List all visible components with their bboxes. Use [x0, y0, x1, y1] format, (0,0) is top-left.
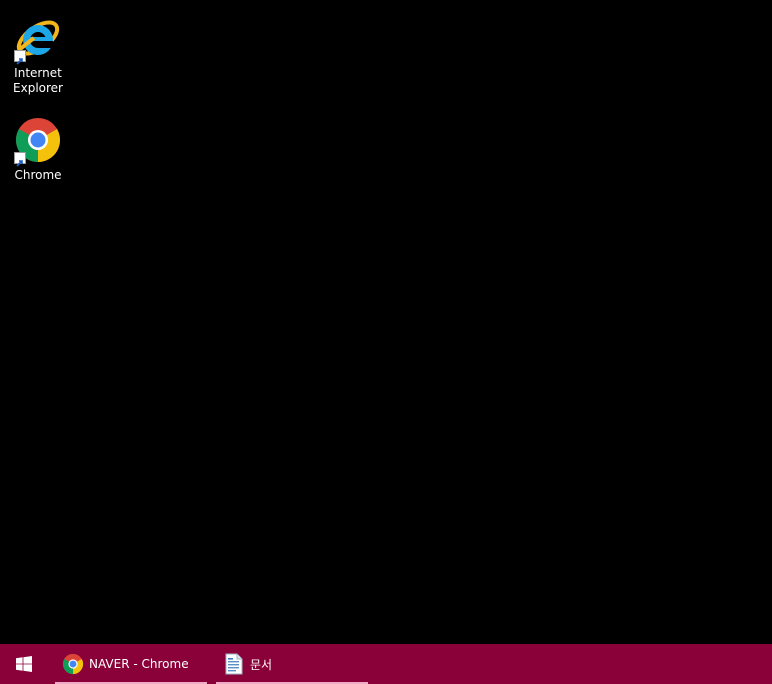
windows-start-icon — [16, 656, 32, 672]
shortcut-arrow-icon — [14, 152, 26, 167]
taskbar-item-document[interactable]: 문서 — [216, 644, 368, 684]
desktop: Internet Explorer Chrome — [0, 0, 772, 644]
desktop-icon-chrome[interactable]: Chrome — [1, 116, 75, 183]
chrome-icon — [14, 116, 62, 167]
start-button[interactable] — [0, 644, 48, 684]
chrome-icon — [61, 652, 85, 676]
taskbar: NAVER - Chrome 문서 — [0, 644, 772, 684]
document-icon — [222, 652, 246, 676]
taskbar-item-label: 문서 — [250, 657, 273, 672]
desktop-icon-label: Chrome — [14, 168, 62, 182]
desktop-icon-label: Internet Explorer — [13, 66, 63, 95]
shortcut-arrow-icon — [14, 50, 26, 65]
desktop-icon-internet-explorer[interactable]: Internet Explorer — [1, 14, 75, 96]
internet-explorer-icon — [14, 14, 62, 65]
taskbar-item-chrome[interactable]: NAVER - Chrome — [55, 644, 207, 684]
taskbar-item-label: NAVER - Chrome — [89, 657, 189, 671]
